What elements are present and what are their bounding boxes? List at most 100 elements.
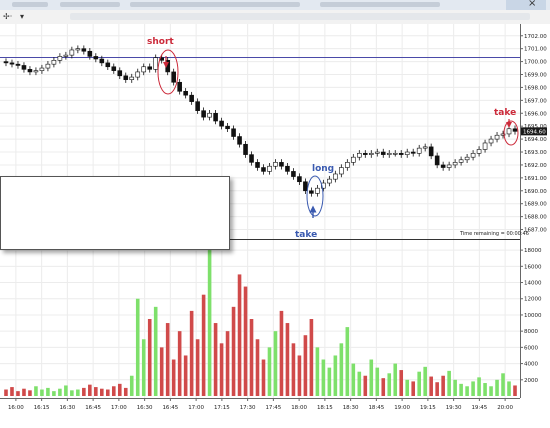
volume-bar [58, 388, 62, 396]
volume-bar [507, 381, 511, 396]
volume-bar [177, 331, 182, 396]
volume-bar [111, 386, 116, 396]
titlebar-blurred-text [320, 2, 440, 7]
price-tick-label: 1699.00 [524, 73, 547, 79]
volume-bar [183, 355, 188, 396]
time-axis[interactable] [0, 398, 550, 428]
volume-bar [34, 386, 38, 396]
volume-bar [333, 355, 338, 396]
volume-bar [351, 363, 356, 396]
time-tick-label: 16:45 [85, 405, 101, 411]
time-tick-label: 16:30 [59, 405, 75, 411]
price-tick-label: 1700.00 [524, 60, 547, 66]
volume-bar [273, 331, 278, 396]
volume-bar [237, 274, 242, 396]
time-remaining-label: Time remaining = 00:00:46 [459, 231, 529, 237]
volume-bar [100, 388, 104, 396]
volume-bar [135, 298, 140, 396]
volume-tick-label: 14000 [524, 281, 542, 287]
volume-bar [441, 375, 445, 396]
volume-bar [417, 371, 421, 396]
volume-bar [405, 379, 410, 396]
price-tick-label: 1702.00 [524, 34, 547, 40]
volume-bar [489, 386, 493, 396]
volume-bar [201, 294, 206, 396]
volume-bar [291, 343, 296, 396]
volume-bar [10, 387, 14, 396]
price-tick-label: 1691.00 [524, 176, 547, 182]
time-tick-label: 16:00 [8, 405, 24, 411]
volume-tick-label: 12000 [524, 297, 542, 303]
volume-bar [465, 386, 469, 396]
price-tick-label: 1690.00 [524, 189, 547, 195]
volume-bar [249, 319, 254, 396]
volume-bar [16, 391, 20, 396]
volume-bar [4, 389, 8, 396]
volume-bar [141, 339, 146, 396]
volume-bar [267, 347, 272, 396]
volume-bar [375, 367, 380, 396]
volume-bar [345, 327, 350, 396]
volume-bar [243, 286, 248, 396]
price-tick-label: 1692.00 [524, 163, 547, 169]
price-tick-label: 1698.00 [524, 85, 547, 91]
volume-bar [471, 381, 475, 396]
volume-tick-label: 4000 [524, 362, 538, 368]
volume-bar [399, 370, 404, 396]
chevron-down-icon[interactable]: ▾ [20, 12, 24, 21]
time-tick-label: 17:15 [214, 405, 230, 411]
volume-bar [159, 347, 164, 396]
crosshair-icon[interactable]: ✢· [3, 12, 12, 21]
volume-bar [76, 389, 80, 396]
volume-bar [105, 389, 110, 396]
volume-bar [435, 382, 439, 396]
volume-bar [339, 343, 344, 396]
volume-bar [82, 387, 86, 396]
volume-bar [52, 391, 56, 396]
time-tick-label: 17:30 [240, 405, 256, 411]
time-tick-label: 19:30 [446, 405, 462, 411]
price-tick-label: 1697.00 [524, 98, 547, 104]
volume-bar [171, 359, 176, 396]
short-label: short [147, 37, 174, 47]
volume-bar [369, 359, 374, 396]
volume-bar [88, 384, 92, 396]
time-tick-label: 19:00 [394, 405, 410, 411]
volume-bar [189, 310, 194, 396]
volume-bar [129, 375, 134, 396]
volume-axis-labels: 18000 16000 14000 12000 10000 8000 6000 4000 200… [520, 248, 542, 384]
window-close-button[interactable]: × [506, 0, 546, 10]
close-icon: × [528, 0, 537, 9]
volume-bar [165, 323, 170, 396]
volume-bar [231, 306, 236, 396]
volume-bar [381, 378, 386, 396]
volume-bar [28, 390, 32, 396]
volume-bar [447, 370, 451, 396]
volume-tick-label: 2000 [524, 378, 538, 384]
chart-toolbar: ✢· ▾ [0, 10, 550, 25]
volume-bar [147, 319, 152, 396]
volume-bar [327, 367, 332, 396]
volume-bar [225, 331, 230, 396]
time-tick-label: 17:45 [265, 405, 281, 411]
volume-bar [477, 377, 481, 396]
volume-tick-label: 10000 [524, 313, 542, 319]
volume-bar [64, 385, 68, 396]
volume-bar [123, 387, 128, 396]
long-label: long [312, 164, 334, 174]
volume-bar [195, 339, 200, 396]
time-tick-label: 18:45 [368, 405, 384, 411]
time-tick-label: 19:15 [420, 405, 436, 411]
time-tick-label: 18:00 [291, 405, 307, 411]
blank-overlay-panel[interactable] [0, 176, 230, 250]
volume-bar [387, 373, 392, 396]
time-tick-label: 17:00 [188, 405, 204, 411]
price-tick-label: 1694.00 [524, 137, 547, 143]
volume-bar [213, 323, 218, 396]
titlebar-blurred-text [60, 2, 120, 7]
volume-bar [279, 310, 284, 396]
volume-bar [363, 375, 368, 396]
time-tick-label: 16:30 [137, 405, 153, 411]
time-tick-label: 19:45 [471, 405, 487, 411]
take-low-label: take [295, 230, 317, 240]
